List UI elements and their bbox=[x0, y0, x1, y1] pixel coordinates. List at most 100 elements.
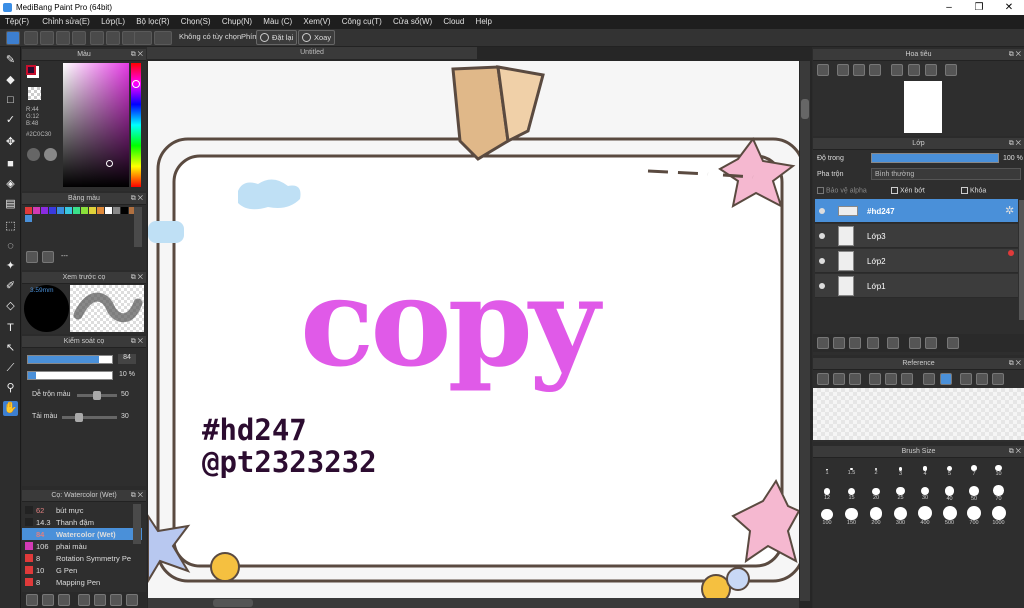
brush-size-cell[interactable]: 7 bbox=[962, 460, 986, 482]
layer-row[interactable]: Lớp1 bbox=[815, 274, 1018, 298]
new-halftone-layer-icon[interactable] bbox=[833, 337, 845, 349]
open-file-icon[interactable] bbox=[56, 31, 70, 45]
eyedropper-icon[interactable]: ⚲ bbox=[3, 381, 18, 396]
brush-size-cell[interactable]: 10 bbox=[987, 460, 1011, 482]
layer-opacity-slider[interactable] bbox=[871, 153, 999, 163]
dot-tool-icon[interactable]: □ bbox=[3, 93, 18, 108]
upload-icon[interactable] bbox=[24, 31, 38, 45]
lasso-tool-icon[interactable]: ◌ bbox=[3, 239, 18, 254]
brush-size-slider[interactable] bbox=[27, 355, 113, 364]
layers-scrollbar[interactable] bbox=[1019, 200, 1024, 320]
palette-swatch[interactable] bbox=[121, 207, 128, 214]
brush-item[interactable]: 14.3 Thanh đậm bbox=[22, 516, 142, 528]
menu-select[interactable]: Chọn(S) bbox=[172, 15, 211, 26]
menu-capture[interactable]: Chụp(N) bbox=[213, 15, 252, 26]
palette-swatch[interactable] bbox=[113, 207, 120, 214]
menu-window[interactable]: Cửa sổ(W) bbox=[384, 15, 432, 26]
merge-layer-icon[interactable] bbox=[925, 337, 937, 349]
brush-size-cell[interactable]: 20 bbox=[864, 484, 888, 506]
palette-swatch[interactable] bbox=[57, 207, 64, 214]
fill-rect-icon[interactable]: ■ bbox=[3, 157, 18, 172]
reference-rotate-left-icon[interactable] bbox=[960, 373, 972, 385]
canvas-horizontal-scrollbar[interactable] bbox=[148, 598, 799, 608]
eye-icon[interactable] bbox=[819, 208, 825, 214]
brush-item[interactable]: 62 bút mực bbox=[22, 504, 142, 516]
hand-tool-icon[interactable]: ✋ bbox=[3, 401, 18, 416]
brush-size-cell[interactable]: 50 bbox=[962, 484, 986, 506]
close-button[interactable]: ✕ bbox=[994, 0, 1024, 15]
brush-size-cell[interactable]: 200 bbox=[864, 507, 888, 530]
delete-brush-icon[interactable] bbox=[126, 594, 138, 606]
brush-size-cell[interactable]: 100 bbox=[815, 508, 839, 530]
new-file-icon[interactable] bbox=[40, 31, 54, 45]
brush-size-cell[interactable]: 15 bbox=[840, 484, 864, 506]
brush-item[interactable]: 84 Watercolor (Wet) bbox=[22, 528, 142, 540]
brush-opacity-slider[interactable] bbox=[27, 371, 113, 380]
canvas-vertical-scrollbar[interactable] bbox=[800, 61, 810, 601]
menu-tools[interactable]: Công cụ(T) bbox=[333, 15, 382, 26]
palette-swatch[interactable] bbox=[33, 207, 40, 214]
brush-size-cell[interactable]: 1000 bbox=[987, 506, 1011, 530]
menu-cloud[interactable]: Cloud bbox=[434, 15, 464, 26]
brush-size-cell[interactable]: 30 bbox=[913, 484, 937, 506]
grid-snap-icon[interactable] bbox=[106, 31, 120, 45]
zoom-fit-icon[interactable] bbox=[817, 64, 829, 76]
reference-rotate-right-icon[interactable] bbox=[992, 373, 1004, 385]
layer-row[interactable]: #hd247 ✲ bbox=[815, 199, 1018, 223]
operation-tool-icon[interactable]: ↖ bbox=[3, 341, 18, 356]
menu-layer[interactable]: Lớp(L) bbox=[92, 15, 125, 26]
eye-icon[interactable] bbox=[819, 233, 825, 239]
palette-scrollbar[interactable] bbox=[134, 207, 142, 247]
palette-swatch[interactable] bbox=[81, 207, 88, 214]
palette-swatches[interactable] bbox=[25, 207, 136, 227]
brush-size-cell[interactable]: 150 bbox=[840, 507, 864, 530]
new-layer-icon[interactable] bbox=[817, 337, 829, 349]
reference-zoom-fit-icon[interactable] bbox=[869, 373, 881, 385]
select-brush-icon[interactable]: ✐ bbox=[3, 279, 18, 294]
palette-swatch[interactable] bbox=[97, 207, 104, 214]
zoom-in-icon[interactable] bbox=[837, 64, 849, 76]
divide-tool-icon[interactable]: ⟋ bbox=[3, 361, 18, 376]
blend-mode-select[interactable]: Bình thường bbox=[871, 168, 1021, 180]
reload-slider[interactable] bbox=[62, 413, 117, 422]
reference-view[interactable] bbox=[813, 388, 1024, 440]
eye-icon[interactable] bbox=[819, 283, 825, 289]
brush-size-cell[interactable]: 1.5 bbox=[840, 460, 864, 482]
brush-size-cell[interactable]: 5 bbox=[938, 460, 962, 482]
rotate-right-icon[interactable] bbox=[925, 64, 937, 76]
brush-settings-icon[interactable] bbox=[78, 594, 90, 606]
duplicate-layer-icon[interactable] bbox=[909, 337, 921, 349]
color-sv-picker[interactable] bbox=[63, 63, 129, 187]
redo-icon[interactable] bbox=[154, 31, 172, 45]
drawing-canvas[interactable]: copy #hd247 @pt2323232 bbox=[148, 61, 799, 601]
transparent-color-swatch[interactable] bbox=[28, 87, 41, 100]
eraser-tool-icon[interactable]: ◆ bbox=[3, 73, 18, 88]
reference-flip-icon[interactable] bbox=[976, 373, 988, 385]
blend-slider[interactable] bbox=[77, 391, 117, 400]
reference-zoom-out-icon[interactable] bbox=[901, 373, 913, 385]
move-tool-icon[interactable]: ✥ bbox=[3, 135, 18, 150]
brush-item[interactable]: 10 G Pen bbox=[22, 564, 142, 576]
brush-size-cell[interactable]: 700 bbox=[962, 506, 986, 530]
gradient-tool-icon[interactable]: ▤ bbox=[3, 197, 18, 212]
reference-open-icon[interactable] bbox=[833, 373, 845, 385]
palette-swatch[interactable] bbox=[41, 207, 48, 214]
grid-icon[interactable] bbox=[90, 31, 104, 45]
select-eraser-icon[interactable]: ◇ bbox=[3, 299, 18, 314]
reset-button[interactable]: Đặt lại bbox=[256, 30, 298, 45]
new-8bit-layer-icon[interactable] bbox=[849, 337, 861, 349]
menu-filter[interactable]: Bộ lọc(R) bbox=[127, 15, 169, 26]
layer-menu-icon[interactable] bbox=[867, 337, 879, 349]
layer-row[interactable]: Lớp2 bbox=[815, 249, 1018, 273]
select-pen-icon[interactable]: ✓ bbox=[3, 113, 18, 128]
palette-swatch[interactable] bbox=[89, 207, 96, 214]
brush-tool-icon[interactable]: ✎ bbox=[3, 53, 18, 68]
brush-size-cell[interactable]: 4 bbox=[913, 460, 937, 482]
layer-folder-icon[interactable] bbox=[887, 337, 899, 349]
brush-folder-icon[interactable] bbox=[94, 594, 106, 606]
canvas-tab[interactable]: Untitled bbox=[147, 47, 477, 59]
rotate-button[interactable]: Xoay bbox=[298, 30, 336, 45]
palette-swatch[interactable] bbox=[105, 207, 112, 214]
palette-swatch[interactable] bbox=[25, 215, 32, 222]
navigator-thumbnail[interactable] bbox=[904, 81, 942, 133]
